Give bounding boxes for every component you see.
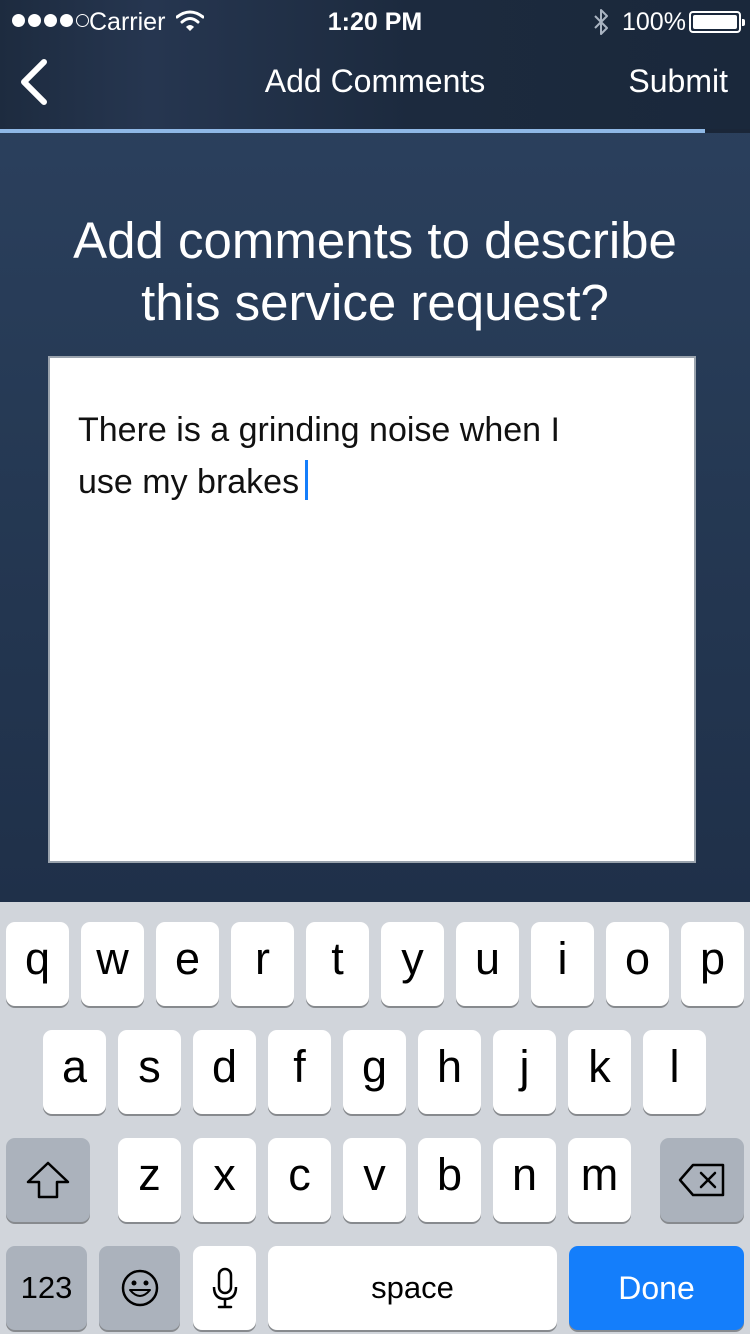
- key-m[interactable]: m: [568, 1138, 631, 1222]
- backspace-icon: [678, 1163, 725, 1197]
- delete-key[interactable]: [660, 1138, 744, 1222]
- prompt-line-2: this service request?: [141, 274, 609, 331]
- key-g[interactable]: g: [343, 1030, 406, 1114]
- key-k[interactable]: k: [568, 1030, 631, 1114]
- done-key[interactable]: Done: [569, 1246, 744, 1330]
- key-t[interactable]: t: [306, 922, 369, 1006]
- key-v[interactable]: v: [343, 1138, 406, 1222]
- key-q[interactable]: q: [6, 922, 69, 1006]
- key-x[interactable]: x: [193, 1138, 256, 1222]
- microphone-icon: [212, 1267, 237, 1309]
- key-i[interactable]: i: [531, 922, 594, 1006]
- key-z[interactable]: z: [118, 1138, 181, 1222]
- numbers-key[interactable]: 123: [6, 1246, 87, 1330]
- key-l[interactable]: l: [643, 1030, 706, 1114]
- battery-percentage: 100%: [622, 8, 686, 36]
- key-h[interactable]: h: [418, 1030, 481, 1114]
- comment-text: There is a grinding noise when I use my …: [78, 411, 560, 501]
- key-p[interactable]: p: [681, 922, 744, 1006]
- key-b[interactable]: b: [418, 1138, 481, 1222]
- key-y[interactable]: y: [381, 922, 444, 1006]
- prompt-line-1: Add comments to describe: [73, 212, 677, 269]
- keyboard: qwertyuiop asdfghjkl zxcvbnm 123 space D…: [0, 902, 750, 1334]
- shift-key[interactable]: [6, 1138, 90, 1222]
- comment-text-content: There is a grinding noise when I use my …: [78, 404, 658, 508]
- key-d[interactable]: d: [193, 1030, 256, 1114]
- key-n[interactable]: n: [493, 1138, 556, 1222]
- emoji-icon: [121, 1269, 158, 1307]
- comment-prompt: Add comments to describe this service re…: [0, 210, 750, 334]
- key-o[interactable]: o: [606, 922, 669, 1006]
- key-s[interactable]: s: [118, 1030, 181, 1114]
- key-c[interactable]: c: [268, 1138, 331, 1222]
- key-u[interactable]: u: [456, 922, 519, 1006]
- key-j[interactable]: j: [493, 1030, 556, 1114]
- key-w[interactable]: w: [81, 922, 144, 1006]
- progress-bar: [0, 129, 750, 133]
- space-key[interactable]: space: [268, 1246, 557, 1330]
- emoji-key[interactable]: [99, 1246, 180, 1330]
- bluetooth-icon: [594, 9, 608, 35]
- key-f[interactable]: f: [268, 1030, 331, 1114]
- status-bar: Carrier 1:20 PM 100%: [0, 0, 750, 44]
- key-a[interactable]: a: [43, 1030, 106, 1114]
- progress-bar-fill: [0, 129, 705, 133]
- key-e[interactable]: e: [156, 922, 219, 1006]
- text-cursor: [305, 460, 309, 500]
- battery-icon: [689, 11, 745, 33]
- key-r[interactable]: r: [231, 922, 294, 1006]
- submit-button[interactable]: Submit: [628, 63, 728, 100]
- shift-icon: [26, 1161, 70, 1199]
- comment-textarea[interactable]: There is a grinding noise when I use my …: [48, 356, 696, 863]
- dictation-key[interactable]: [193, 1246, 256, 1330]
